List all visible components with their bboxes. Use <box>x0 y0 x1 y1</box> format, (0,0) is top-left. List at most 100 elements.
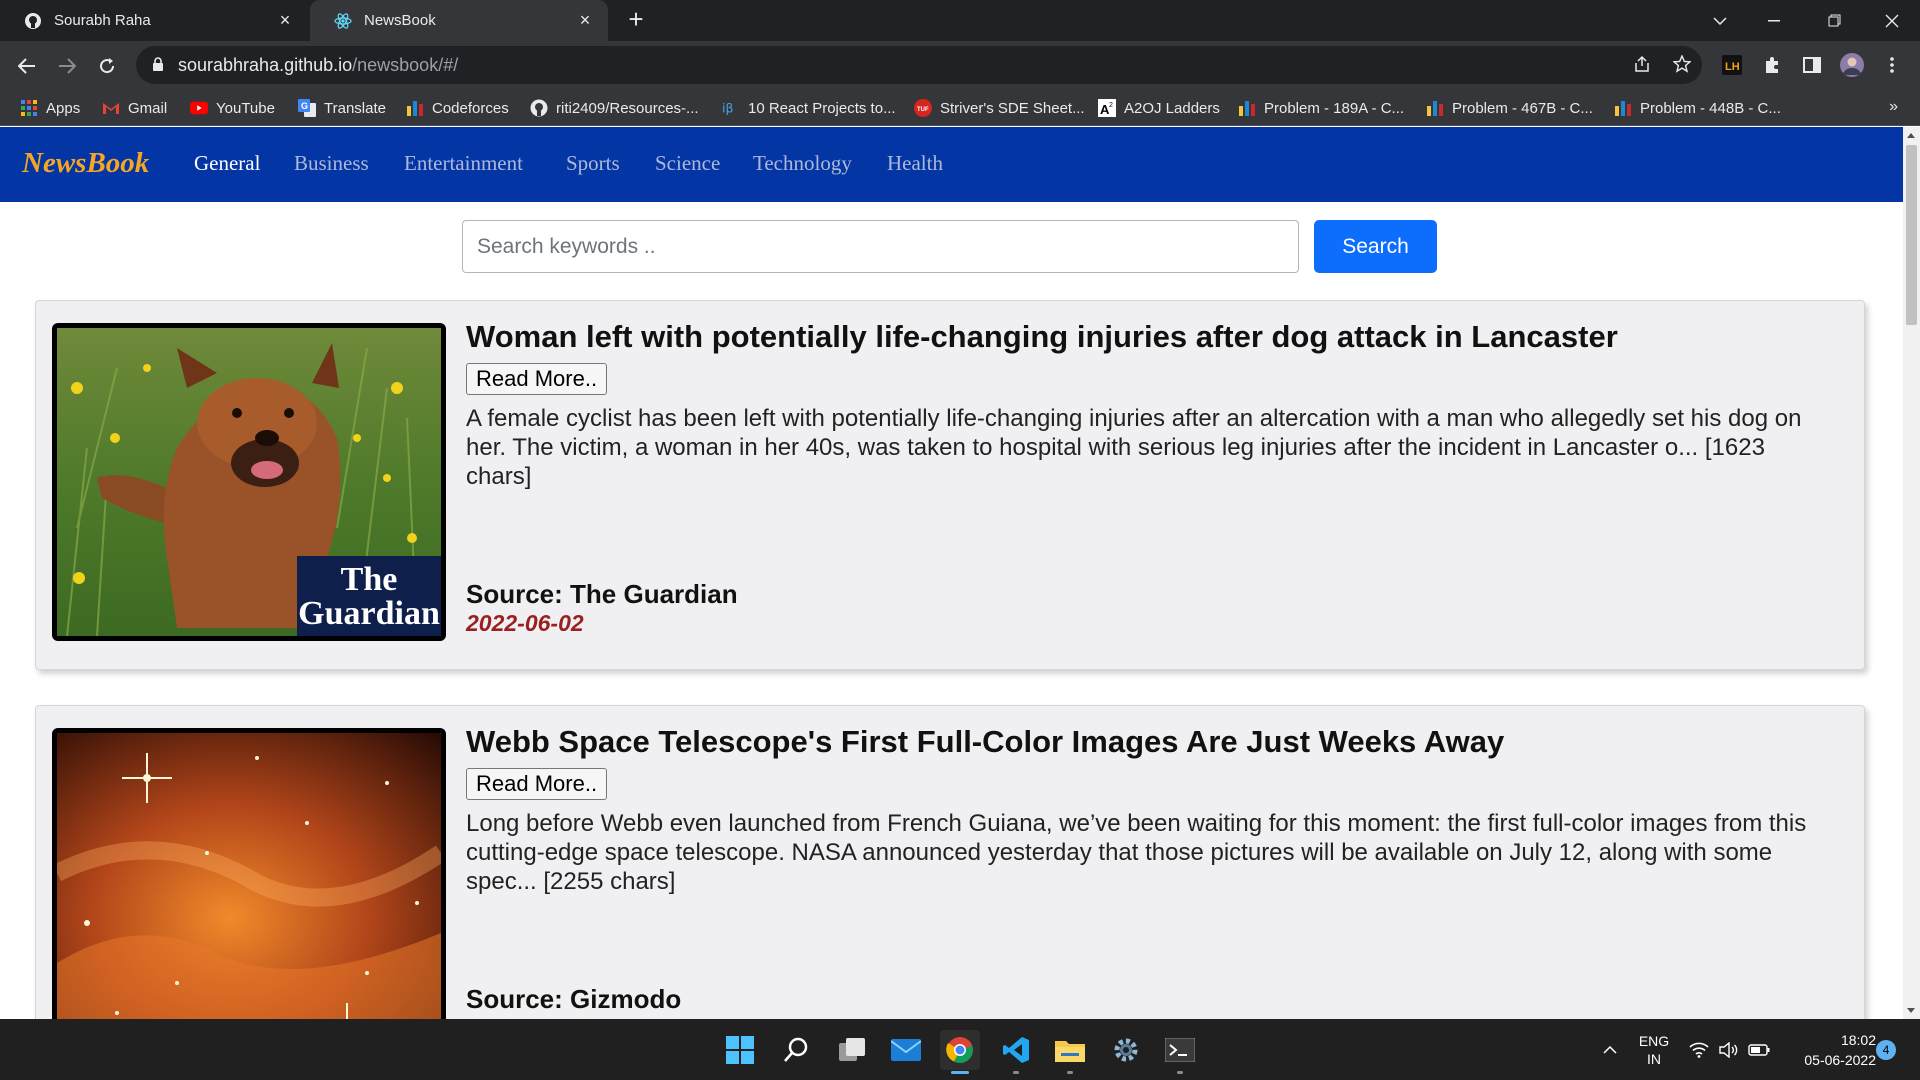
close-tab-icon[interactable]: × <box>576 11 594 29</box>
close-window-icon[interactable] <box>1864 0 1920 41</box>
windows-taskbar: ENG IN 18:02 05-06-2022 <box>0 1019 1920 1080</box>
tab-title: NewsBook <box>364 12 436 29</box>
profile-avatar[interactable] <box>1840 53 1864 77</box>
site-brand[interactable]: NewsBook <box>22 147 149 180</box>
settings-gear-icon[interactable] <box>1106 1030 1146 1070</box>
volume-icon[interactable] <box>1716 1019 1742 1080</box>
bookmarks-overflow-icon[interactable]: » <box>1889 98 1898 116</box>
article-title: Webb Space Telescope's First Full-Color … <box>466 724 1505 759</box>
clock-date: 05-06-2022 <box>1804 1052 1876 1068</box>
browser-tab-newsbook[interactable]: NewsBook × <box>310 0 608 41</box>
bookmark-label: Problem - 189A - C... <box>1264 99 1405 117</box>
nav-health[interactable]: Health <box>887 151 943 176</box>
battery-icon[interactable] <box>1746 1019 1772 1080</box>
tab-title: Sourabh Raha <box>54 12 151 29</box>
nav-science[interactable]: Science <box>655 151 720 176</box>
article-title: Woman left with potentially life-changin… <box>466 319 1618 354</box>
svg-text:iβ: iβ <box>722 101 734 116</box>
github-icon <box>24 12 42 30</box>
react-icon <box>334 12 352 30</box>
page-scrollbar[interactable] <box>1903 127 1920 1019</box>
bookmark-striver-sheet[interactable]: TUF Striver's SDE Sheet... <box>914 98 1085 118</box>
bookmark-codeforces[interactable]: Codeforces <box>406 98 509 118</box>
article-image-space <box>52 728 446 1019</box>
side-panel-icon[interactable] <box>1800 53 1824 77</box>
news-card: Webb Space Telescope's First Full-Color … <box>35 705 1865 1019</box>
windows-start-icon[interactable] <box>720 1030 760 1070</box>
close-tab-icon[interactable]: × <box>276 11 294 29</box>
reload-icon[interactable] <box>92 51 122 81</box>
nav-sports[interactable]: Sports <box>566 151 620 176</box>
share-icon[interactable] <box>1632 55 1652 75</box>
tray-chevron-up-icon[interactable] <box>1598 1019 1622 1080</box>
page-viewport: NewsBook General Business Entertainment … <box>0 127 1903 1019</box>
read-more-button[interactable]: Read More.. <box>466 768 608 800</box>
browser-menu-icon[interactable] <box>1880 53 1904 77</box>
bookmark-label: Problem - 467B - C... <box>1452 99 1593 117</box>
lighthouse-extension-icon[interactable]: LH <box>1720 53 1744 77</box>
mail-icon[interactable] <box>886 1030 926 1070</box>
notification-badge[interactable]: 4 <box>1876 1040 1896 1060</box>
youtube-icon <box>190 99 208 117</box>
minimize-icon[interactable] <box>1746 0 1802 41</box>
gmail-icon <box>102 99 120 117</box>
bookmark-label: Problem - 448B - C... <box>1640 99 1781 117</box>
input-language[interactable]: ENG IN <box>1632 1019 1676 1080</box>
bookmark-label: A2OJ Ladders <box>1124 99 1220 117</box>
back-icon[interactable] <box>12 51 42 81</box>
bookmark-apps[interactable]: Apps <box>20 98 80 118</box>
bookmark-problem-467b[interactable]: Problem - 467B - C... <box>1426 98 1593 118</box>
codeforces-icon <box>1238 99 1256 117</box>
nav-technology[interactable]: Technology <box>753 151 852 176</box>
file-explorer-icon[interactable] <box>1050 1030 1090 1074</box>
search-icon[interactable] <box>776 1030 816 1070</box>
active-indicator <box>951 1071 969 1074</box>
task-view-icon[interactable] <box>832 1030 872 1070</box>
bookmark-problem-189a[interactable]: Problem - 189A - C... <box>1238 98 1404 118</box>
google-translate-icon: G <box>298 99 316 117</box>
a2oj-icon: A2 <box>1098 99 1116 117</box>
nav-entertainment[interactable]: Entertainment <box>404 151 523 176</box>
extensions-puzzle-icon[interactable] <box>1760 53 1784 77</box>
site-navbar: NewsBook General Business Entertainment … <box>0 127 1903 202</box>
bookmark-label: Gmail <box>128 99 168 117</box>
scrollbar-thumb[interactable] <box>1906 145 1917 325</box>
search-input[interactable] <box>462 220 1299 273</box>
address-bar[interactable]: sourabhraha.github.io/newsbook/#/ <box>136 46 1702 84</box>
forward-icon[interactable] <box>52 51 82 81</box>
search-button[interactable]: Search <box>1314 220 1437 273</box>
chrome-taskbar-icon[interactable] <box>940 1030 980 1074</box>
nav-general[interactable]: General <box>194 151 260 176</box>
restore-icon[interactable] <box>1806 0 1862 41</box>
new-tab-icon[interactable]: + <box>624 6 648 32</box>
article-description: Long before Webb even launched from Fren… <box>466 810 1807 895</box>
bookmark-label: YouTube <box>216 99 275 117</box>
terminal-icon[interactable] <box>1160 1030 1200 1074</box>
bookmark-react-projects[interactable]: iβ 10 React Projects to... <box>722 98 896 118</box>
read-more-button[interactable]: Read More.. <box>466 363 608 395</box>
bookmark-translate[interactable]: G Translate <box>298 98 386 118</box>
scroll-down-icon[interactable] <box>1907 1008 1915 1013</box>
bookmark-youtube[interactable]: YouTube <box>190 98 275 118</box>
url-text: sourabhraha.github.io/newsbook/#/ <box>178 55 458 76</box>
article-body: Woman left with potentially life-changin… <box>466 317 1846 491</box>
bookmark-star-icon[interactable] <box>1672 54 1692 75</box>
apps-grid-icon <box>20 99 38 117</box>
bookmark-resources[interactable]: riti2409/Resources-... <box>530 98 699 118</box>
browser-tab-strip: Sourabh Raha × NewsBook × + <box>0 0 1920 41</box>
browser-tab-sourabh-raha[interactable]: Sourabh Raha × <box>0 0 308 41</box>
nav-business[interactable]: Business <box>294 151 369 176</box>
bookmark-label: 10 React Projects to... <box>748 99 896 117</box>
codeforces-icon <box>1614 99 1632 117</box>
bookmark-gmail[interactable]: Gmail <box>102 98 167 118</box>
scroll-up-icon[interactable] <box>1907 133 1915 138</box>
lock-icon[interactable] <box>152 57 164 77</box>
tab-search-chevron-icon[interactable] <box>1692 0 1748 41</box>
svg-text:G: G <box>301 101 308 111</box>
vscode-icon[interactable] <box>996 1030 1036 1074</box>
bookmark-problem-448b[interactable]: Problem - 448B - C... <box>1614 98 1781 118</box>
bookmark-a2oj[interactable]: A2 A2OJ Ladders <box>1098 98 1220 118</box>
article-source: Source: Gizmodo <box>466 984 682 1014</box>
system-clock[interactable]: 18:02 05-06-2022 <box>1786 1030 1876 1070</box>
wifi-icon[interactable] <box>1686 1019 1712 1080</box>
